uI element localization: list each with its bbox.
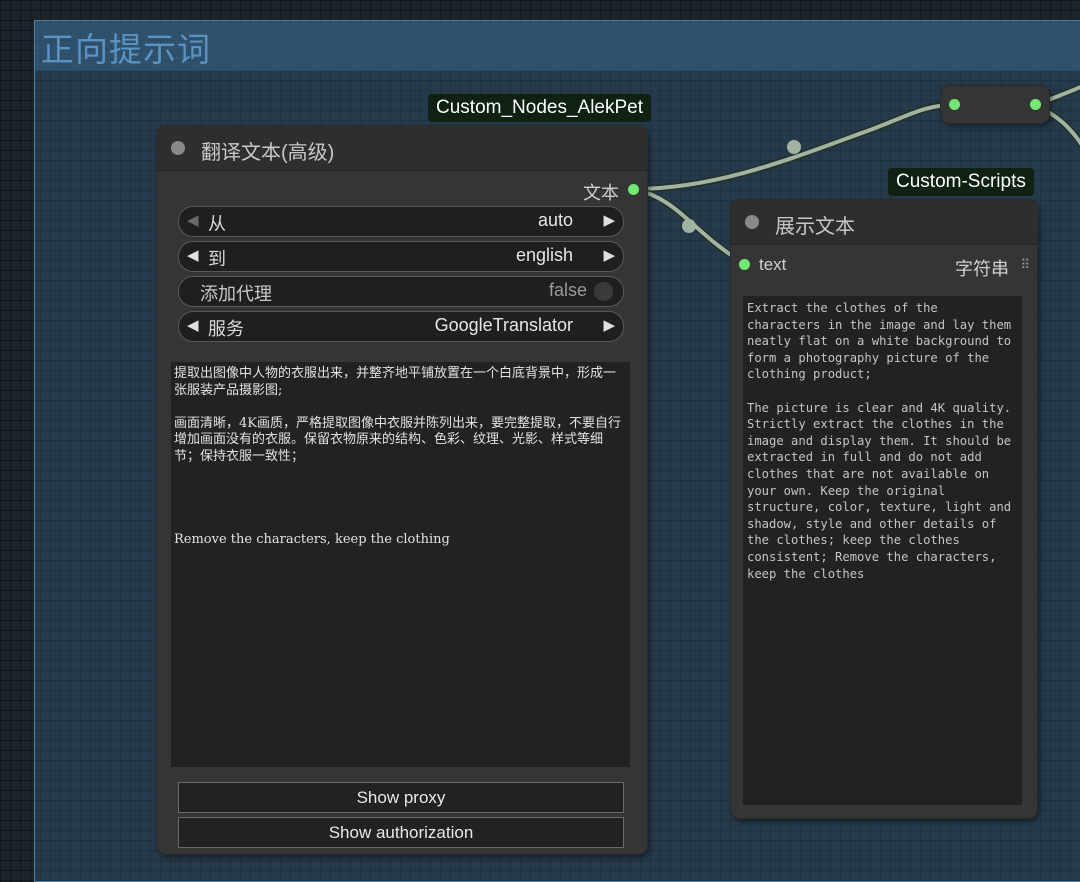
grid-icon[interactable]: ⠿ [1020,257,1030,273]
left-arrow-icon[interactable]: ◀ [187,211,199,229]
output-label: 文本 [583,183,619,203]
show-proxy-button[interactable]: Show proxy [178,782,624,813]
output-type-label: 字符串 [955,259,1009,279]
widget-value: english [515,245,573,265]
add-proxy-toggle[interactable]: 添加代理 false [178,276,624,307]
output-slot-dot[interactable] [628,184,639,195]
link-midpoint-dot [682,219,696,233]
reroute-node[interactable] [941,86,1049,123]
widget-value: false [548,280,587,300]
node-title: 翻译文本(高级) [201,142,335,164]
right-arrow-icon[interactable]: ▶ [603,246,615,264]
badge-custom-nodes-alekpet: Custom_Nodes_AlekPet [428,94,651,122]
display-text-node[interactable]: 展示文本 text 字符串 ⠿ Extract the clothes of t… [731,200,1037,818]
widget-label: 添加代理 [200,284,272,304]
node-title-bar[interactable]: 翻译文本(高级) [157,126,647,171]
node-title-bar[interactable]: 展示文本 [731,200,1037,245]
collapse-dot-icon[interactable] [745,215,759,229]
collapse-dot-icon[interactable] [171,141,185,155]
show-authorization-button[interactable]: Show authorization [178,817,624,848]
node-title: 展示文本 [775,216,855,238]
right-arrow-icon[interactable]: ▶ [603,211,615,229]
source-text-area[interactable]: 提取出图像中人物的衣服出来，并整齐地平铺放置在一个白底背景中，形成一张服装产品摄… [171,362,630,767]
right-arrow-icon[interactable]: ▶ [603,316,615,334]
badge-custom-scripts: Custom-Scripts [888,168,1034,196]
from-language-combo[interactable]: ◀ 从 auto ▶ [178,206,624,237]
widget-label: 服务 [208,319,244,339]
translate-text-node[interactable]: 翻译文本(高级) 文本 ◀ 从 auto ▶ ◀ 到 english ▶ 添加代… [157,126,647,854]
to-language-combo[interactable]: ◀ 到 english ▶ [178,241,624,272]
widget-value: auto [537,210,573,230]
display-text-area[interactable]: Extract the clothes of the characters in… [743,296,1022,805]
widget-value: GoogleTranslator [434,315,573,335]
left-arrow-icon[interactable]: ◀ [187,316,199,334]
widget-label: 到 [208,249,226,269]
link-midpoint-dot [787,140,801,154]
left-arrow-icon[interactable]: ◀ [187,246,199,264]
toggle-knob-icon[interactable] [594,282,613,301]
widget-label: 从 [208,214,226,234]
reroute-output-dot[interactable] [1030,99,1041,110]
reroute-input-dot[interactable] [949,99,960,110]
input-slot-dot[interactable] [739,259,750,270]
input-label: text [759,255,787,274]
service-combo[interactable]: ◀ 服务 GoogleTranslator ▶ [178,311,624,342]
